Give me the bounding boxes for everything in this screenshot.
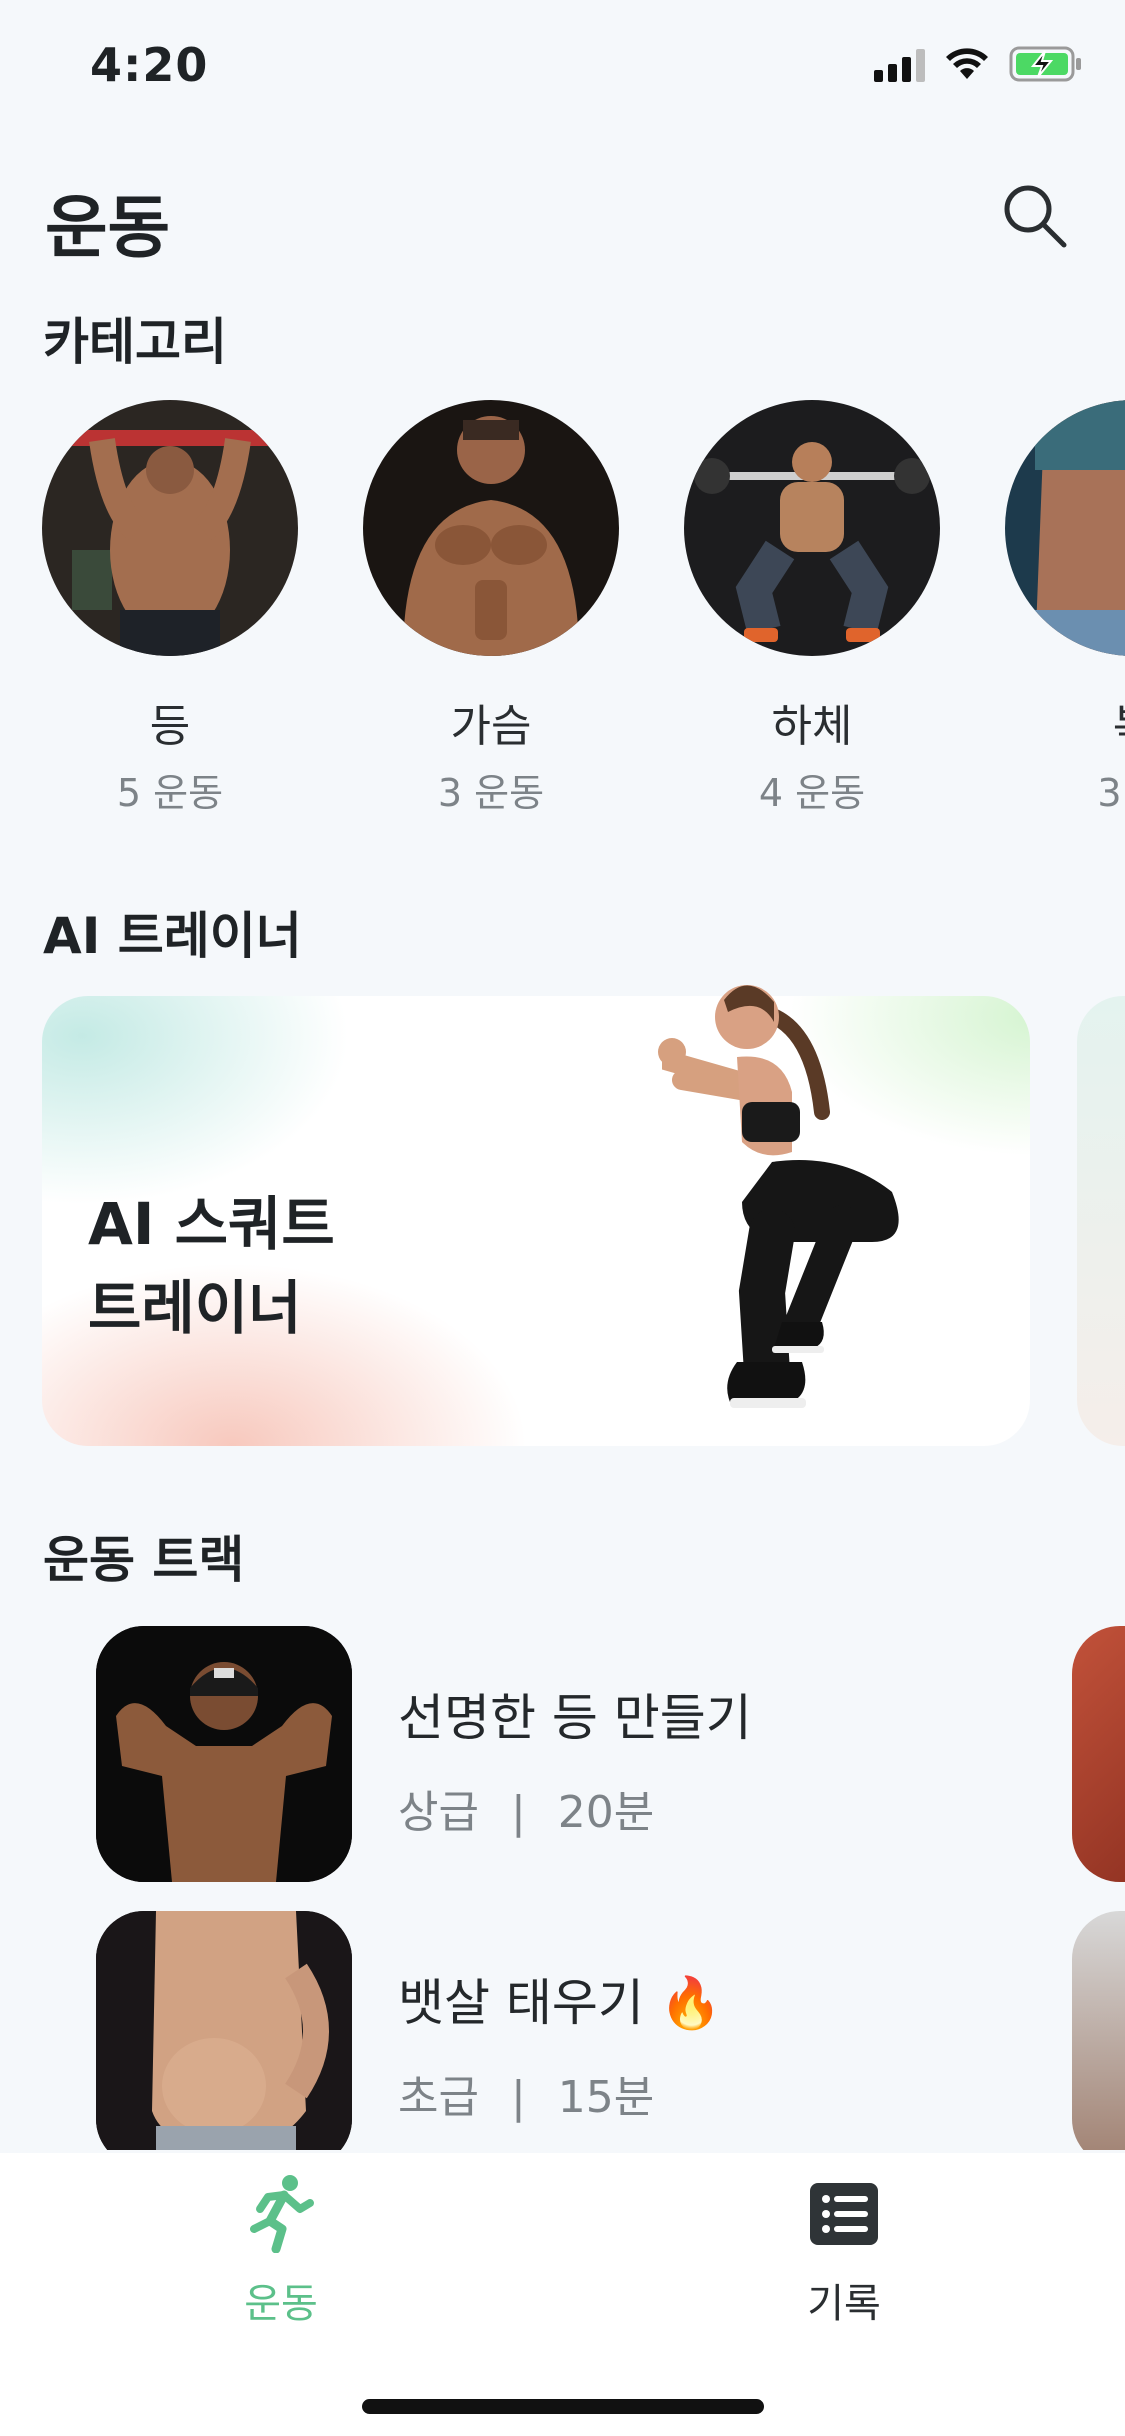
track-meta: 초급 | 15분 xyxy=(398,2061,654,2125)
track-meta-separator: | xyxy=(510,1787,526,1838)
wifi-icon xyxy=(946,48,988,79)
page-title: 운동 xyxy=(45,189,171,268)
tab-label: 운동 xyxy=(244,2281,318,2327)
track-title: 뱃살 태우기 🔥 xyxy=(398,1974,723,2032)
tab-workout[interactable]: 운동 xyxy=(131,2173,431,2329)
tab-bar: 운동 기록 xyxy=(0,2153,1125,2436)
track-item[interactable]: 선명한 등 만들기 상급 | 20분 xyxy=(96,1626,1036,1882)
squat-woman-image xyxy=(658,985,899,1408)
track-level: 초급 xyxy=(398,2072,479,2123)
track-list: 선명한 등 만들기 상급 | 20분 뱃살 태우기 🔥 초급 | 15분 xyxy=(0,1620,1125,2150)
tab-records[interactable]: 기록 xyxy=(694,2173,994,2329)
battery-charging-icon xyxy=(1009,46,1081,82)
tab-label: 기록 xyxy=(807,2281,881,2327)
cellular-signal-icon xyxy=(874,46,925,82)
category-name: 복 xyxy=(1005,690,1125,754)
category-photo-chest xyxy=(363,400,619,656)
track-title: 선명한 등 만들기 xyxy=(398,1689,752,1747)
next-track-thumbnail-peek[interactable] xyxy=(1072,1626,1125,1882)
track-duration: 20분 xyxy=(557,1787,655,1838)
status-time: 4:20 xyxy=(90,38,209,92)
search-icon xyxy=(1004,185,1067,248)
category-count: 4 운동 xyxy=(758,771,866,815)
track-level: 상급 xyxy=(398,1787,479,1838)
running-icon xyxy=(250,2175,314,2254)
category-photo-back xyxy=(42,400,298,656)
category-list: 등 5 운동 가슴 3 운동 하체 4 운동 3 xyxy=(0,400,1125,820)
category-name: 등 xyxy=(149,701,191,752)
ai-trainer-section-title: AI 트레이너 xyxy=(43,907,302,965)
track-meta: 상급 | 20분 xyxy=(398,1776,654,1840)
list-icon xyxy=(810,2183,878,2245)
next-ai-card-peek[interactable] xyxy=(1077,996,1125,1446)
category-count: 3 운 xyxy=(1097,771,1125,815)
status-icons xyxy=(874,46,1083,82)
category-section-title: 카테고리 xyxy=(43,313,227,371)
ai-squat-trainer-card[interactable]: AI 스쿼트 트레이너 xyxy=(42,985,1030,1446)
category-name: 가슴 xyxy=(450,701,532,752)
track-item[interactable]: 뱃살 태우기 🔥 초급 | 15분 xyxy=(96,1911,1036,2150)
category-photo-lower-body xyxy=(684,400,940,656)
category-count: 3 운동 xyxy=(437,771,545,815)
category-item-chest[interactable]: 가슴 3 운동 xyxy=(363,400,619,817)
category-photo-abs xyxy=(1005,400,1125,656)
status-bar: 4:20 xyxy=(0,0,1125,132)
home-indicator xyxy=(362,2399,764,2414)
category-item-back[interactable]: 등 5 운동 xyxy=(42,400,298,817)
category-item-abs[interactable]: 복 3 운 xyxy=(1005,400,1125,817)
ai-card-title: AI 스쿼트 트레이너 xyxy=(88,1190,335,1342)
track-thumbnail xyxy=(96,1911,352,2150)
track-section-title: 운동 트랙 xyxy=(43,1531,245,1589)
track-meta-separator: | xyxy=(510,2072,526,2123)
track-thumbnail xyxy=(96,1626,352,1882)
category-count: 5 운동 xyxy=(116,771,224,815)
next-track-thumbnail-peek[interactable] xyxy=(1072,1911,1125,2150)
search-button[interactable] xyxy=(995,176,1075,256)
category-item-lower-body[interactable]: 하체 4 운동 xyxy=(684,400,940,817)
category-name: 하체 xyxy=(771,701,853,752)
track-duration: 15분 xyxy=(557,2072,655,2123)
